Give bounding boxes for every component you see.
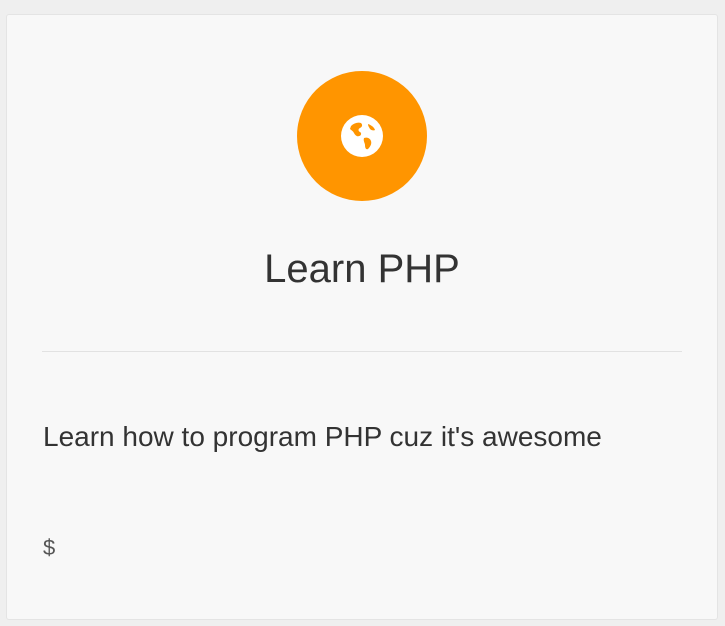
course-title: Learn PHP [264,247,460,291]
course-description: Learn how to program PHP cuz it's awesom… [43,421,602,452]
divider [42,351,682,352]
globe-icon [341,115,383,157]
course-price: $ [43,535,56,560]
course-icon-badge [297,71,427,201]
course-card[interactable]: Learn PHP Learn how to program PHP cuz i… [6,14,718,620]
